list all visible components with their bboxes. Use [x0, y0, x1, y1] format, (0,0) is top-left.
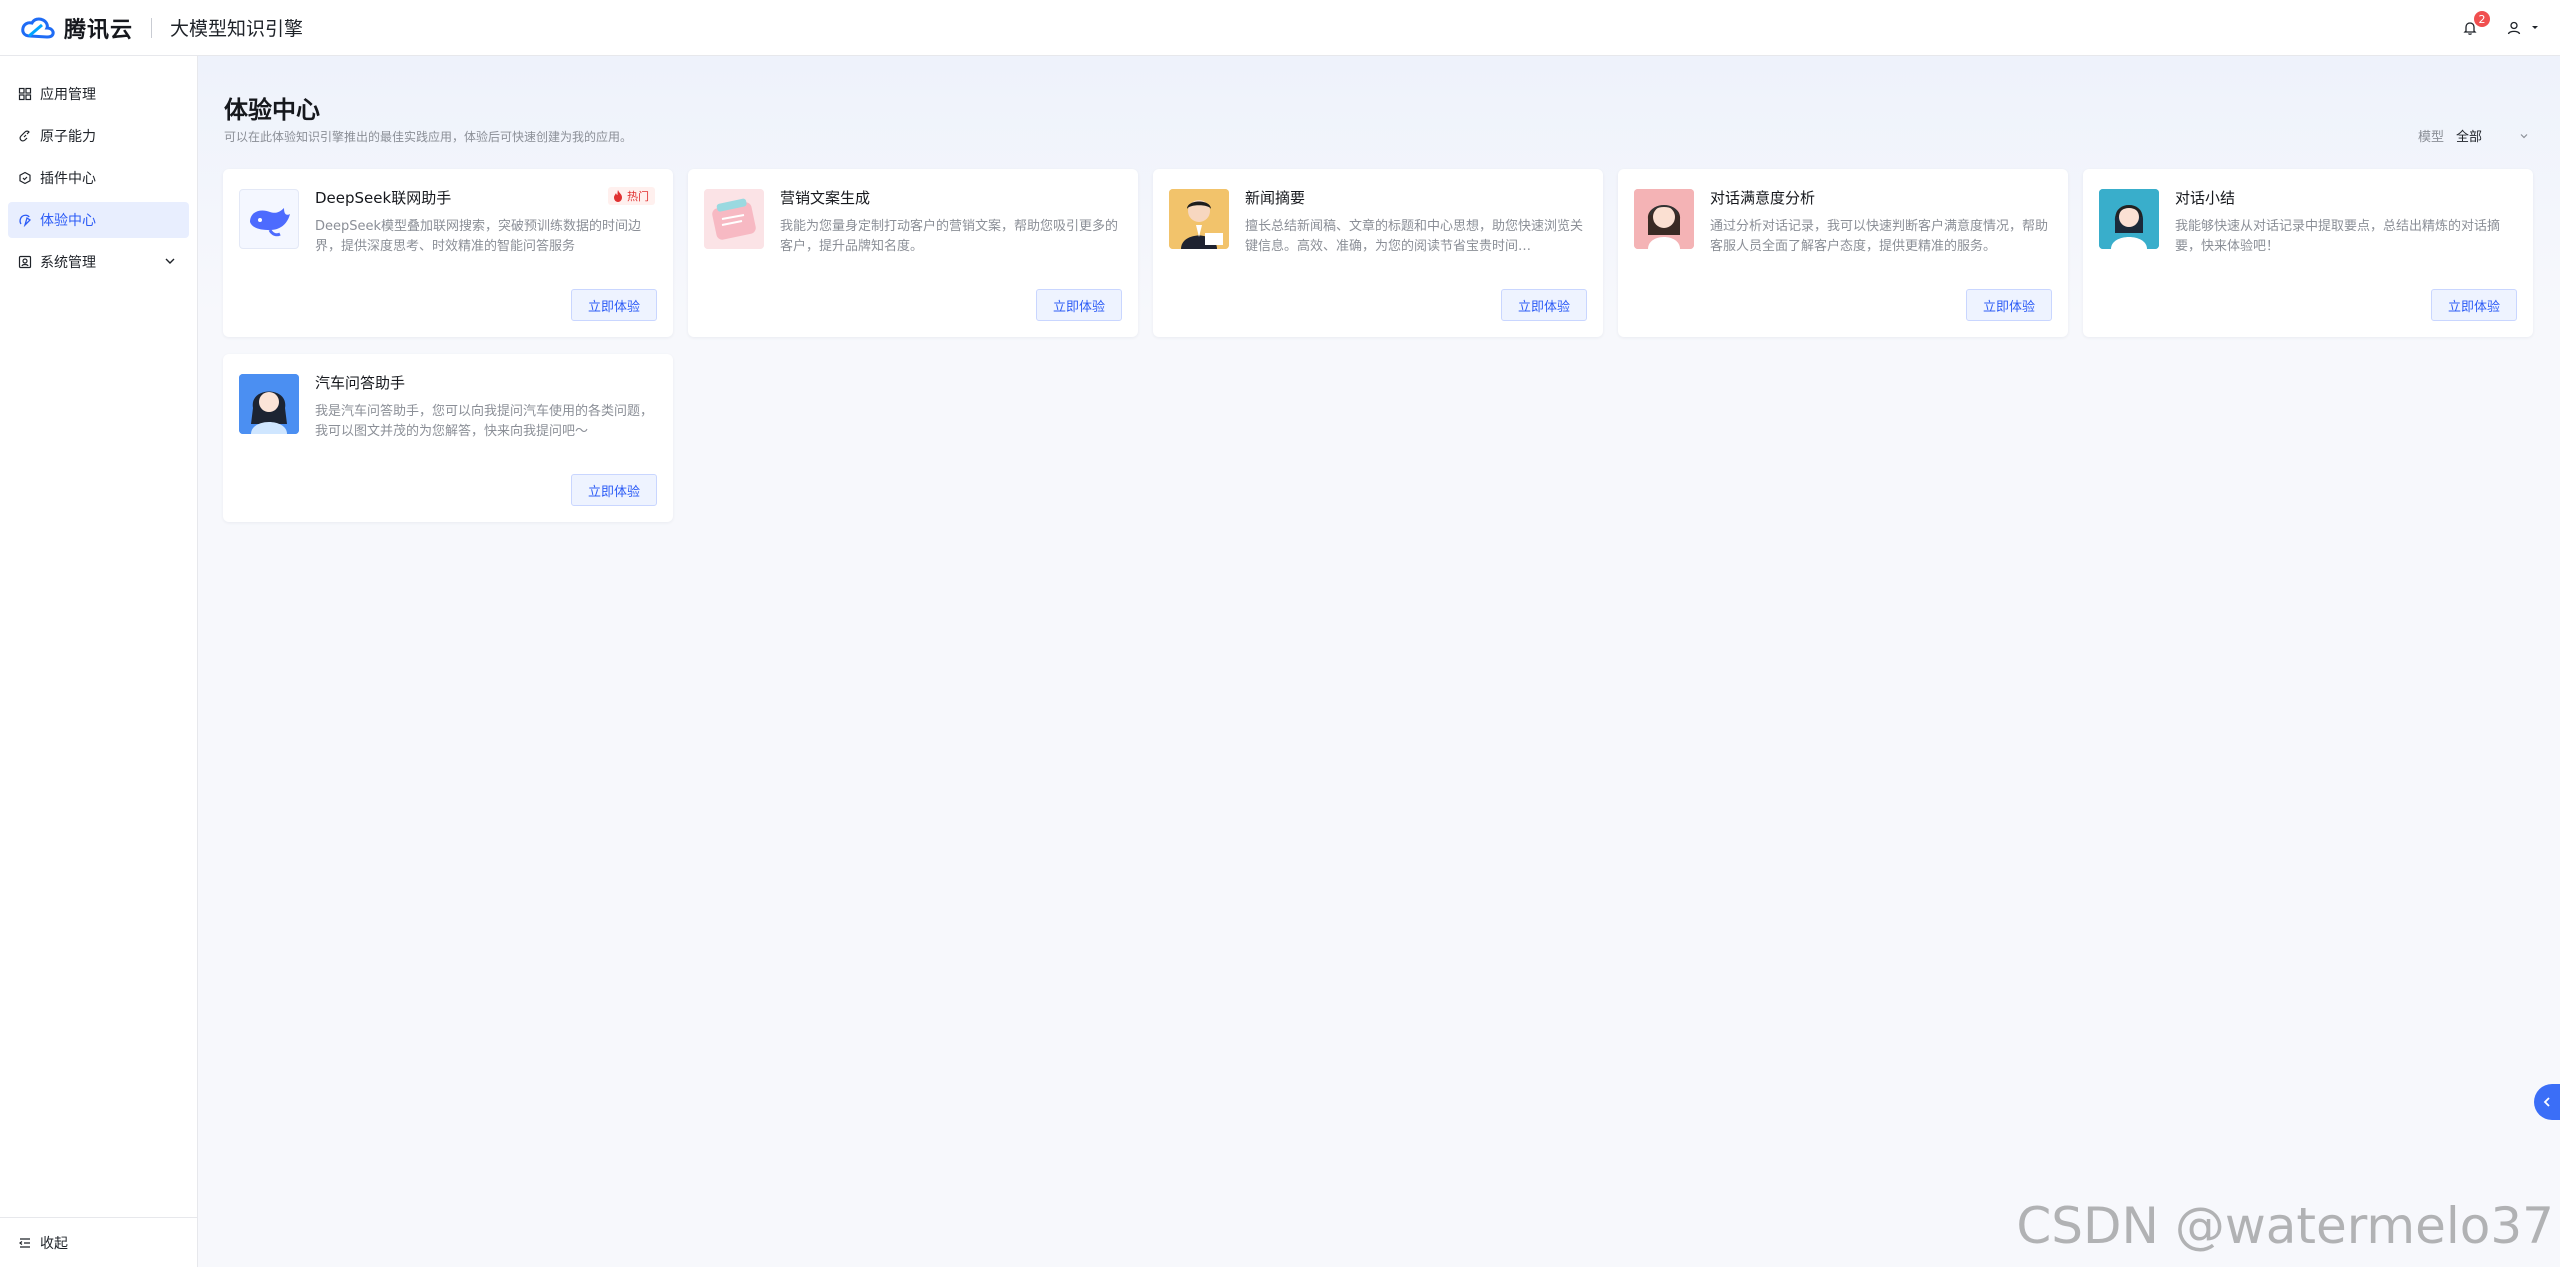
car-assistant-avatar-icon [239, 374, 299, 434]
filter-select-value[interactable]: 全部 [2456, 126, 2506, 145]
notification-badge: 2 [2474, 11, 2490, 27]
sidebar-item-label: 原子能力 [40, 129, 96, 145]
try-now-button[interactable]: 立即体验 [570, 289, 657, 321]
sidebar-item-label: 系统管理 [40, 255, 96, 271]
card-title: 汽车问答助手 [315, 374, 406, 392]
grid-icon [18, 87, 32, 101]
chevron-down-icon [2532, 26, 2538, 29]
app-card-dialog-summary[interactable]: 对话小结 我能够快速从对话记录中提取要点，总结出精炼的对话摘要，快来体验吧！ 立… [2083, 169, 2533, 337]
try-now-button[interactable]: 立即体验 [1035, 289, 1122, 321]
hot-badge: 热门 [608, 187, 655, 205]
filter-label: 模型 [2417, 130, 2444, 145]
notification-button[interactable]: 2 [2456, 11, 2490, 42]
sidebar-item-system-management[interactable]: 系统管理 [8, 244, 189, 280]
card-title: 营销文案生成 [780, 189, 871, 207]
collapse-icon [19, 1237, 30, 1248]
product-title: 大模型知识引擎 [170, 18, 304, 40]
card-title: 新闻摘要 [1245, 189, 1306, 207]
tencent-cloud-logo[interactable]: 腾讯云 [20, 12, 133, 44]
top-header: 腾讯云 大模型知识引擎 2 [0, 0, 2560, 56]
chevron-down-icon [2520, 133, 2528, 138]
marketing-copy-icon [704, 189, 764, 249]
news-anchor-avatar-icon [1169, 189, 1229, 249]
card-title: 对话小结 [2175, 189, 2236, 207]
collapse-label: 收起 [40, 1235, 68, 1252]
card-description: 擅长总结新闻稿、文章的标题和中心思想，助您快速浏览关键信息。高效、准确，为您的阅… [1245, 219, 1584, 254]
app-card-deepseek[interactable]: DeepSeek联网助手 热门 DeepSeek模型叠加联网搜索，突破预训练数据… [223, 169, 673, 337]
card-description: 我能够快速从对话记录中提取要点，总结出精炼的对话摘要，快来体验吧！ [2175, 219, 2501, 254]
card-description: DeepSeek模型叠加联网搜索，突破预训练数据的时间边界，提供深度思考、时效精… [315, 219, 642, 254]
card-title: 对话满意度分析 [1710, 189, 1816, 207]
app-card-car-qa[interactable]: 汽车问答助手 我是汽车问答助手，您可以向我提问汽车使用的各类问题，我可以图文并茂… [223, 354, 673, 522]
sidebar-item-atomic-ability[interactable]: 原子能力 [8, 118, 189, 154]
app-card-marketing-copy[interactable]: 营销文案生成 我能为您量身定制打动客户的营销文案，帮助您吸引更多的客户，提升品牌… [688, 169, 1138, 337]
card-description: 通过分析对话记录，我可以快速判断客户满意度情况，帮助客服人员全面了解客户态度，提… [1710, 219, 2049, 254]
header-divider [151, 17, 153, 38]
sidebar-item-app-management[interactable]: 应用管理 [8, 76, 189, 112]
plugin-icon [19, 171, 31, 185]
brand-name: 腾讯云 [64, 17, 134, 43]
user-menu[interactable] [2506, 20, 2540, 36]
sidebar-item-plugin-center[interactable]: 插件中心 [8, 160, 189, 196]
sidebar-item-label: 应用管理 [40, 87, 96, 103]
hot-label: 热门 [627, 190, 649, 203]
link-icon [19, 130, 30, 142]
cloud-logo-icon [21, 17, 55, 39]
sidebar: 应用管理 原子能力 插件中心 体验中心 系统管理 收起 [0, 56, 198, 1267]
card-description: 我是汽车问答助手，您可以向我提问汽车使用的各类问题，我可以图文并茂的为您解答，快… [315, 404, 654, 439]
user-icon [2507, 21, 2521, 35]
app-card-news-summary[interactable]: 新闻摘要 擅长总结新闻稿、文章的标题和中心思想，助您快速浏览关键信息。高效、准确… [1153, 169, 1603, 337]
try-now-button[interactable]: 立即体验 [1500, 289, 1587, 321]
headset-agent-avatar-icon [2099, 189, 2159, 249]
sidebar-item-label: 体验中心 [40, 213, 96, 229]
chevron-down-icon [165, 258, 175, 264]
service-agent-avatar-icon [1634, 189, 1694, 249]
main-content: 体验中心 可以在此体验知识引擎推出的最佳实践应用，体验后可快速创建为我的应用。 … [198, 56, 2560, 1267]
page-title: 体验中心 [224, 96, 320, 124]
card-description: 我能为您量身定制打动客户的营销文案，帮助您吸引更多的客户，提升品牌知名度。 [780, 219, 1119, 254]
watermark: CSDN @watermelo37 [2016, 1197, 2554, 1255]
fire-icon [614, 190, 622, 202]
card-title: DeepSeek联网助手 [315, 189, 452, 207]
sidebar-collapse-button[interactable]: 收起 [0, 1217, 198, 1267]
sidebar-item-label: 插件中心 [40, 171, 96, 187]
try-now-button[interactable]: 立即体验 [1965, 289, 2052, 321]
page-description: 可以在此体验知识引擎推出的最佳实践应用，体验后可快速创建为我的应用。 [224, 130, 633, 144]
chevron-left-icon [2543, 1097, 2550, 1107]
deepseek-whale-icon [239, 189, 299, 249]
system-icon [18, 255, 32, 269]
sidebar-item-experience-center[interactable]: 体验中心 [8, 202, 189, 238]
try-now-button[interactable]: 立即体验 [2430, 289, 2517, 321]
try-now-button[interactable]: 立即体验 [570, 474, 657, 506]
experience-icon [19, 214, 32, 227]
sidebar-nav: 应用管理 原子能力 插件中心 体验中心 系统管理 [0, 56, 197, 280]
app-card-satisfaction-analysis[interactable]: 对话满意度分析 通过分析对话记录，我可以快速判断客户满意度情况，帮助客服人员全面… [1618, 169, 2068, 337]
model-filter[interactable]: 模型 全部 [2418, 126, 2530, 145]
